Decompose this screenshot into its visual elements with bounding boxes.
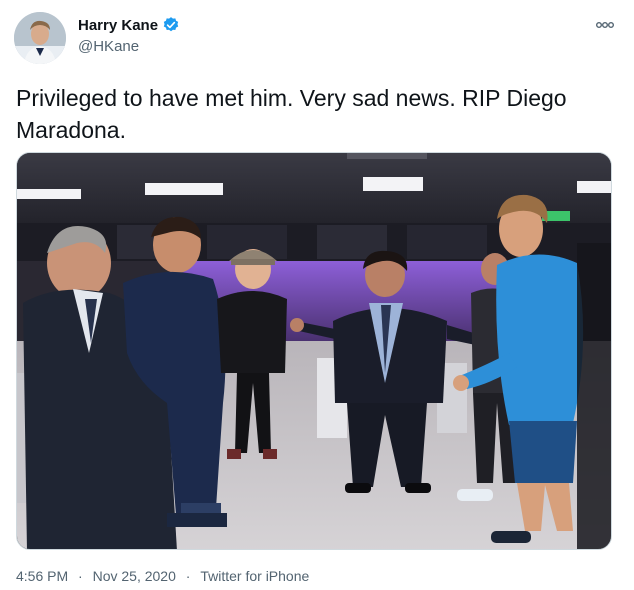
author-handle[interactable]: @HKane — [78, 38, 139, 55]
user-avatar-icon — [14, 12, 66, 64]
tweet-date[interactable]: Nov 25, 2020 — [93, 568, 176, 584]
tweet-source[interactable]: Twitter for iPhone — [200, 568, 309, 584]
tweet: Harry Kane @HKane Privileged to have met… — [0, 0, 634, 590]
tweet-meta: 4:56 PM · Nov 25, 2020 · Twitter for iPh… — [16, 568, 309, 584]
meta-separator: · — [78, 568, 83, 584]
author-name-row: Harry Kane — [78, 16, 180, 34]
more-options-button[interactable] — [596, 16, 614, 32]
author-display-name[interactable]: Harry Kane — [78, 17, 158, 34]
author-avatar[interactable] — [14, 12, 66, 64]
meta-separator: · — [185, 568, 191, 584]
verified-badge-icon — [163, 17, 179, 32]
more-options-icon — [596, 22, 614, 28]
tweet-time[interactable]: 4:56 PM — [16, 568, 68, 584]
tweet-photo[interactable] — [16, 152, 612, 550]
photo-locker-room-image — [17, 153, 611, 549]
tweet-text: Privileged to have met him. Very sad new… — [16, 85, 567, 143]
